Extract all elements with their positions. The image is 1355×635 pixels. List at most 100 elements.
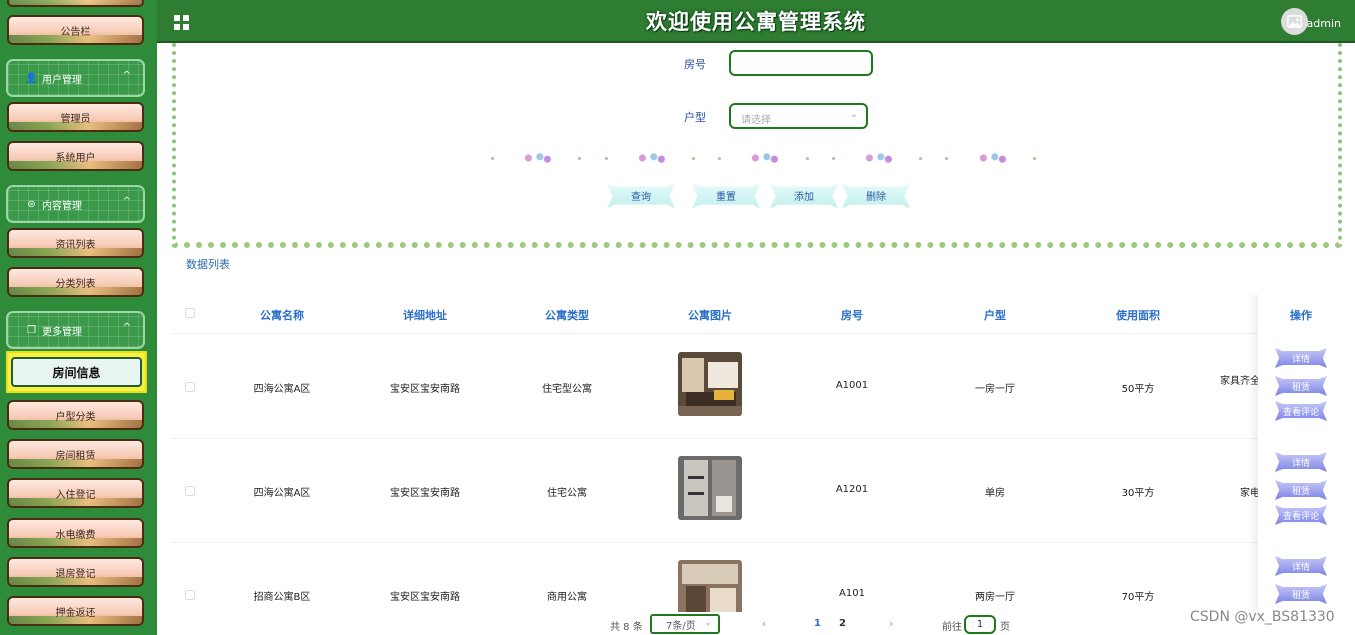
view-comments-button[interactable]: 查看评论 xyxy=(1275,401,1327,421)
cell-room: A1001 xyxy=(835,380,869,391)
goto-page-input[interactable]: 1 xyxy=(964,615,996,634)
sidebar-item-system-users[interactable]: 系统用户 xyxy=(7,141,144,171)
sidebar-item-label: 退房登记 xyxy=(55,568,96,580)
room-number-label: 房号 xyxy=(684,58,706,71)
sidebar-item-layout-category[interactable]: 户型分类 xyxy=(7,400,144,430)
sidebar-item-label: 水电缴费 xyxy=(55,529,96,541)
sidebar-item-label: 入住登记 xyxy=(55,489,96,501)
user-icon: 👤 xyxy=(25,72,38,84)
chevron-down-icon: ⌄ xyxy=(849,109,858,120)
sidebar-item-checkout[interactable]: 退房登记 xyxy=(7,557,144,587)
column-header-address[interactable]: 详细地址 xyxy=(375,307,475,323)
sidebar-group-label: 更多管理 xyxy=(42,326,82,338)
next-page-icon[interactable]: › xyxy=(889,617,893,630)
page-number[interactable]: 2 xyxy=(839,618,846,629)
row-checkbox[interactable] xyxy=(185,382,195,392)
cell-area: 70平方 xyxy=(1121,592,1155,603)
cell-address: 宝安区宝安南路 xyxy=(390,384,460,395)
table-row[interactable]: 招商公寓B区 宝安区宝安南路 商用公寓 A101 两房一厅 70平方 xyxy=(172,543,1344,612)
sidebar-item-news-list[interactable]: 资讯列表 xyxy=(7,228,144,258)
message-icon: ⊜ xyxy=(27,198,36,210)
cell-extra: 家电 xyxy=(1240,488,1260,499)
sidebar-group-more-management[interactable]: ❐ 更多管理 ^ xyxy=(6,311,145,349)
add-button[interactable]: 添加 xyxy=(770,183,838,209)
cell-layout: 单房 xyxy=(985,488,1005,499)
operations-column: 操作 详情 租赁 查看评论 详情 租赁 查看评论 详情 租赁 xyxy=(1258,294,1344,612)
image-placeholder-icon xyxy=(1287,15,1302,28)
select-all-checkbox[interactable] xyxy=(185,308,195,318)
sidebar-item-label: 管理员 xyxy=(60,113,91,125)
column-header-image[interactable]: 公寓图片 xyxy=(660,307,760,323)
cell-name: 四海公寓A区 xyxy=(253,488,311,499)
sidebar-item-room-info[interactable]: 房间信息 xyxy=(6,351,147,393)
sidebar-item-label: 资讯列表 xyxy=(55,239,96,251)
page-suffix: 页 xyxy=(1000,622,1010,633)
query-button[interactable]: 查询 xyxy=(607,183,675,209)
cell-area: 30平方 xyxy=(1121,488,1155,499)
data-list-title: 数据列表 xyxy=(186,258,230,271)
pagination-total: 共 8 条 xyxy=(610,622,643,633)
sidebar-item-notice[interactable]: 公告栏 xyxy=(7,15,144,45)
sidebar: 公告栏 👤 用户管理 ^ 管理员 系统用户 ⊜ 内容管理 ^ 资讯列表 分类列表… xyxy=(0,0,157,635)
cell-layout: 两房一厅 xyxy=(975,592,1015,603)
column-header-actions: 操作 xyxy=(1290,309,1312,322)
sidebar-group-user-management[interactable]: 👤 用户管理 ^ xyxy=(6,59,145,97)
detail-button[interactable]: 详情 xyxy=(1275,556,1327,576)
layout-select[interactable]: 请选择 ⌄ xyxy=(729,103,868,129)
table-row[interactable]: 四海公寓A区 宝安区宝安南路 住宅公寓 A1201 单房 30平方 家电 xyxy=(172,439,1344,543)
avatar[interactable] xyxy=(1281,8,1308,35)
cell-type: 商用公寓 xyxy=(547,592,587,603)
sidebar-item-label: 公告栏 xyxy=(60,26,91,38)
prev-page-icon[interactable]: ‹ xyxy=(762,617,766,630)
sidebar-item-label: 户型分类 xyxy=(55,411,96,423)
rent-button[interactable]: 租赁 xyxy=(1275,480,1327,500)
sidebar-item-label: 系统用户 xyxy=(55,152,96,164)
sidebar-item-room-rental[interactable]: 房间租赁 xyxy=(7,439,144,469)
cell-type: 住宅公寓 xyxy=(547,488,587,499)
row-checkbox[interactable] xyxy=(185,590,195,600)
column-header-room[interactable]: 房号 xyxy=(802,307,902,323)
column-header-area[interactable]: 使用面积 xyxy=(1088,307,1188,323)
delete-button[interactable]: 删除 xyxy=(842,183,910,209)
cell-layout: 一房一厅 xyxy=(975,384,1015,395)
cell-name: 招商公寓B区 xyxy=(253,592,311,603)
view-comments-button[interactable]: 查看评论 xyxy=(1275,505,1327,525)
chevron-down-icon: ⌄ xyxy=(704,618,712,628)
sidebar-group-content-management[interactable]: ⊜ 内容管理 ^ xyxy=(6,185,145,223)
detail-button[interactable]: 详情 xyxy=(1275,348,1327,368)
column-header-type[interactable]: 公寓类型 xyxy=(517,307,617,323)
top-header: 欢迎使用公寓管理系统 admin xyxy=(157,0,1355,43)
sidebar-item-top-partial[interactable] xyxy=(7,0,144,7)
chevron-up-icon: ^ xyxy=(122,322,131,333)
page-number-current[interactable]: 1 xyxy=(814,618,821,629)
reset-button[interactable]: 重置 xyxy=(692,183,760,209)
sidebar-item-admins[interactable]: 管理员 xyxy=(7,102,144,132)
rent-button[interactable]: 租赁 xyxy=(1275,376,1327,396)
rent-button[interactable]: 租赁 xyxy=(1275,584,1327,604)
cell-type: 住宅型公寓 xyxy=(542,384,592,395)
cell-room: A101 xyxy=(839,588,865,599)
username[interactable]: admin xyxy=(1307,17,1341,30)
sidebar-item-utilities[interactable]: 水电缴费 xyxy=(7,518,144,548)
detail-button[interactable]: 详情 xyxy=(1275,452,1327,472)
cell-address: 宝安区宝安南路 xyxy=(390,592,460,603)
table-row[interactable]: 四海公寓A区 宝安区宝安南路 住宅型公寓 A1001 一房一厅 50平方 家具齐… xyxy=(172,335,1344,439)
table-header: 公寓名称 详细地址 公寓类型 公寓图片 房号 户型 使用面积 xyxy=(172,294,1344,334)
sidebar-item-checkin[interactable]: 入住登记 xyxy=(7,478,144,508)
decorative-flowers xyxy=(491,151,1036,165)
sidebar-item-label: 房间租赁 xyxy=(55,450,96,462)
apartment-photo[interactable] xyxy=(678,560,742,612)
cell-extra: 家具齐全 xyxy=(1220,376,1260,387)
apartment-photo[interactable] xyxy=(678,352,742,416)
chevron-up-icon: ^ xyxy=(122,70,131,81)
chevron-up-icon: ^ xyxy=(122,196,131,207)
data-table: 公寓名称 详细地址 公寓类型 公寓图片 房号 户型 使用面积 四海公寓A区 宝安… xyxy=(172,294,1344,612)
column-header-layout[interactable]: 户型 xyxy=(945,307,1045,323)
sidebar-item-category-list[interactable]: 分类列表 xyxy=(7,267,144,297)
cell-name: 四海公寓A区 xyxy=(253,384,311,395)
column-header-name[interactable]: 公寓名称 xyxy=(232,307,332,323)
apartment-photo[interactable] xyxy=(678,456,742,520)
row-checkbox[interactable] xyxy=(185,486,195,496)
room-number-input[interactable] xyxy=(729,50,873,76)
page-size-select[interactable]: 7条/页 ⌄ xyxy=(650,614,720,634)
